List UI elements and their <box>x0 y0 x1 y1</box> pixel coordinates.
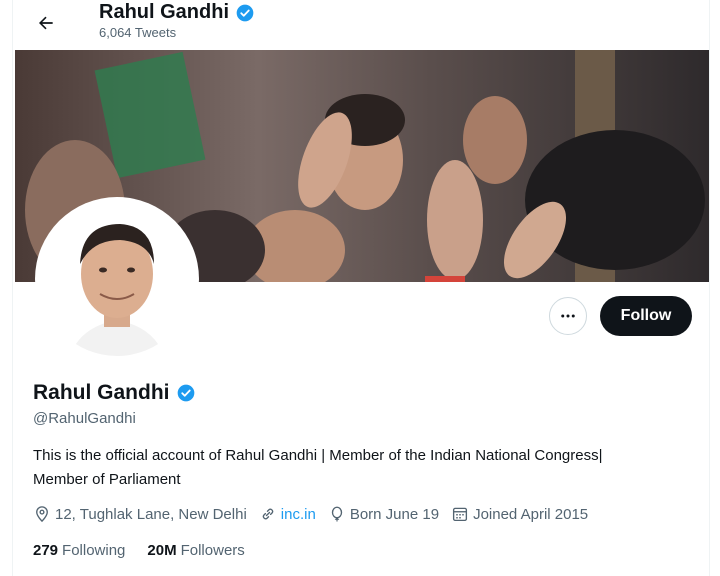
following-stat[interactable]: 279 Following <box>33 542 125 559</box>
more-options-button[interactable] <box>549 297 587 335</box>
link-icon <box>262 508 274 520</box>
joined-text: Joined April 2015 <box>473 505 589 523</box>
website-item[interactable]: inc.in <box>259 505 316 523</box>
verified-badge-icon <box>236 4 254 21</box>
follow-button[interactable]: Follow <box>600 296 692 336</box>
top-bar: Rahul Gandhi 6,064 Tweets <box>13 0 709 48</box>
profile-handle: @RahulGandhi <box>33 410 136 427</box>
back-arrow-icon <box>39 16 53 30</box>
more-icon <box>561 314 575 318</box>
verified-badge-icon <box>177 384 194 402</box>
profile-avatar[interactable] <box>35 197 199 361</box>
avatar-image <box>40 202 194 356</box>
following-count: 279 <box>33 542 59 559</box>
followers-stat[interactable]: 20M Followers <box>147 542 244 559</box>
website-link[interactable]: inc.in <box>281 506 316 523</box>
location-text: 12, Tughlak Lane, New Delhi <box>55 505 247 523</box>
location-pin-icon <box>36 506 48 523</box>
joined-item: Joined April 2015 <box>451 505 588 523</box>
header-title: Rahul Gandhi <box>99 1 229 23</box>
follow-stats: 279 Following 20M Followers <box>33 542 267 559</box>
back-button[interactable] <box>31 8 61 38</box>
tweet-count: 6,064 Tweets <box>99 25 177 40</box>
followers-label: Followers <box>180 542 245 559</box>
profile-bio: This is the official account of Rahul Ga… <box>33 447 603 488</box>
profile-name-row: Rahul Gandhi <box>33 381 196 405</box>
profile-name: Rahul Gandhi <box>33 381 170 404</box>
calendar-icon <box>453 507 468 522</box>
birthday-text: Born June 19 <box>349 505 440 523</box>
location-item: 12, Tughlak Lane, New Delhi <box>33 505 247 523</box>
header-title-row: Rahul Gandhi <box>99 1 255 24</box>
profile-meta: 12, Tughlak Lane, New Delhi inc.in Born … <box>33 505 600 523</box>
profile-page: Rahul Gandhi 6,064 Tweets Follow Rahul G… <box>12 0 710 576</box>
balloon-icon <box>331 506 343 522</box>
following-label: Following <box>62 542 126 559</box>
followers-count: 20M <box>147 542 177 559</box>
birthday-item: Born June 19 <box>328 505 439 523</box>
